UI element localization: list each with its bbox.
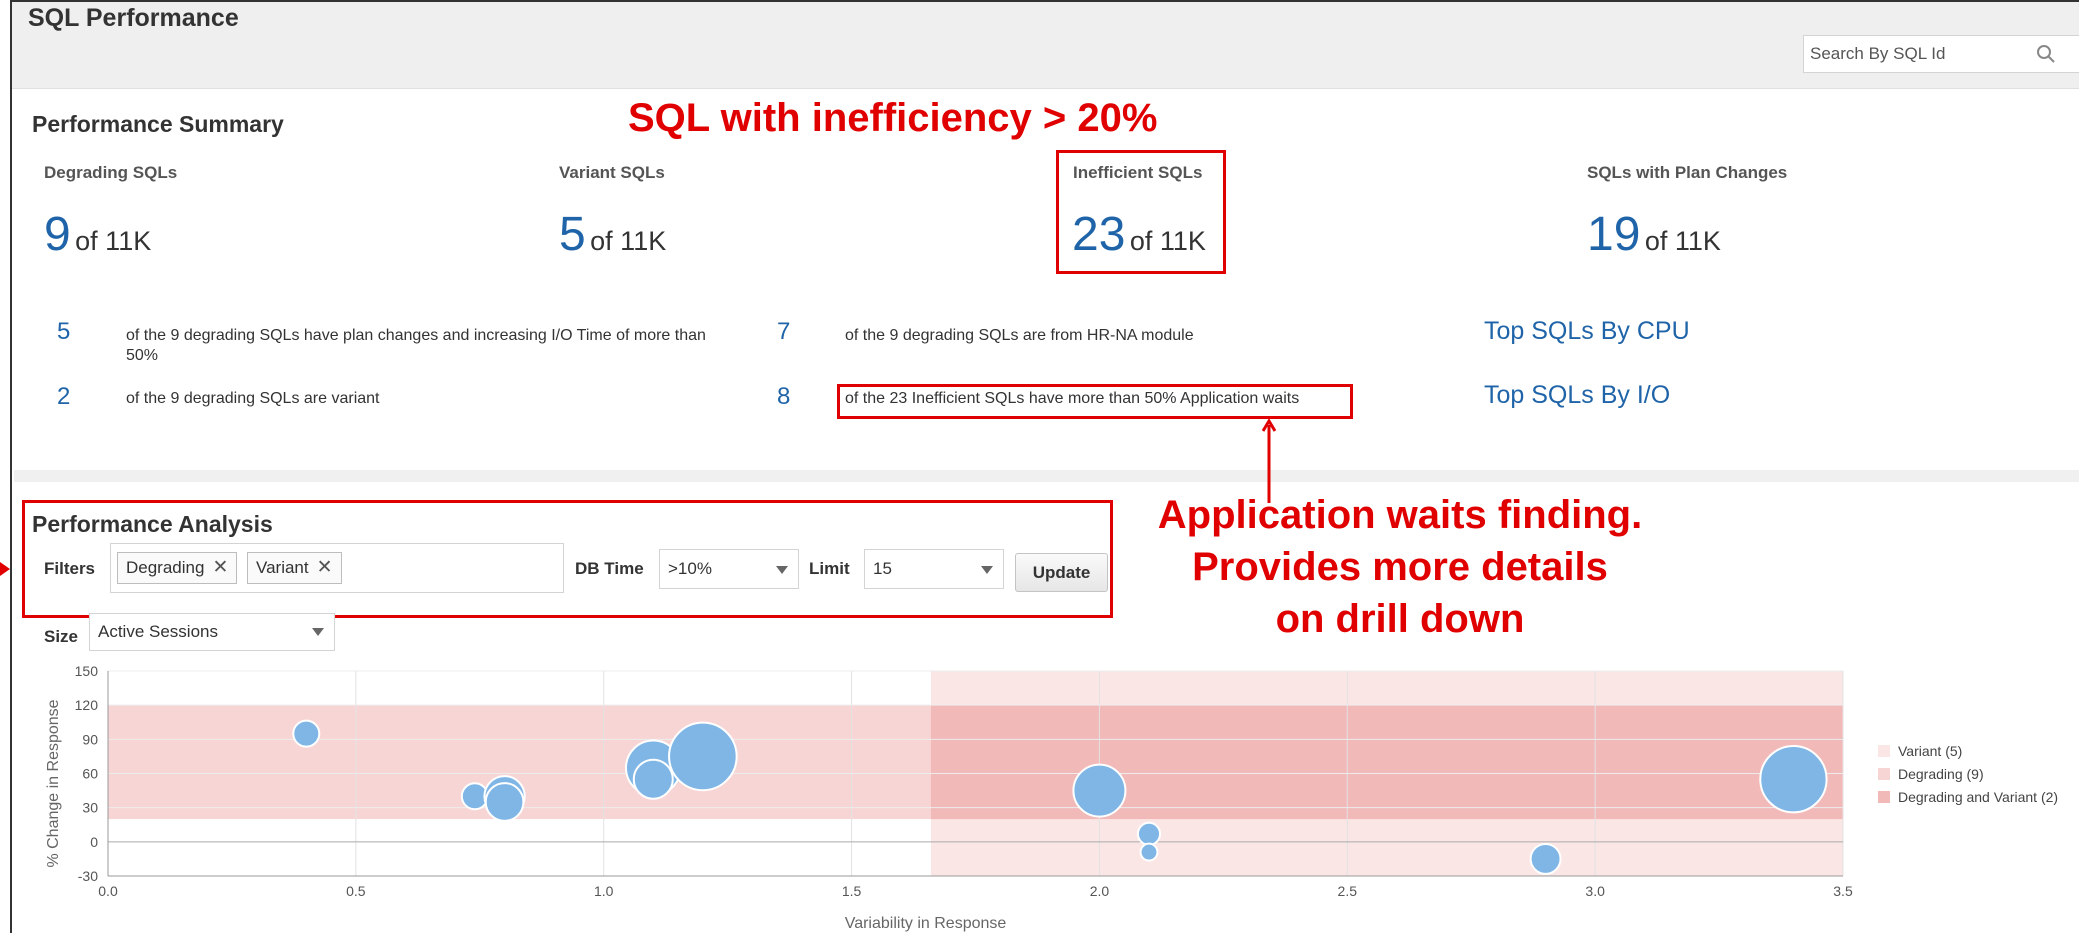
metric-variant-label: Variant SQLs xyxy=(559,163,665,182)
finding-3-count[interactable]: 7 xyxy=(777,318,790,346)
search-box[interactable] xyxy=(1803,35,2079,73)
band-2 xyxy=(930,705,1843,820)
metric-variant-count[interactable]: 5 xyxy=(559,208,586,261)
finding-1-text: of the 9 degrading SQLs have plan change… xyxy=(126,327,706,364)
app-waits-highlight-box xyxy=(837,384,1353,419)
sql-bubble[interactable] xyxy=(1759,745,1828,814)
sql-bubble[interactable] xyxy=(1136,821,1162,846)
app-waits-annotation-line-1: Application waits finding. xyxy=(1157,493,1643,537)
metric-degrading-value[interactable]: 9 of 11K xyxy=(44,207,151,262)
inefficiency-annotation: SQL with inefficiency > 20% xyxy=(628,96,1158,140)
x-axis-title: Variability in Response xyxy=(845,915,1007,932)
summary-title: Performance Summary xyxy=(32,111,284,137)
legend-label: Degrading and Variant (2) xyxy=(1898,789,2058,805)
x-tick-label: 2.0 xyxy=(1090,883,1110,899)
finding-4-count[interactable]: 8 xyxy=(777,383,790,411)
finding-2-count[interactable]: 2 xyxy=(57,383,70,411)
finding-1-count[interactable]: 5 xyxy=(57,318,70,346)
sql-bubble[interactable] xyxy=(292,719,321,748)
legend-swatch xyxy=(1878,745,1890,757)
x-tick-label: 2.5 xyxy=(1338,883,1358,899)
bubble-chart[interactable]: 150 120 90 60 30 0 -300.0 0.5 1.0 1.5 2.0 2.5 3.0 3.5… xyxy=(0,655,2079,933)
sql-bubble[interactable] xyxy=(484,782,525,822)
y-tick-label: 120 xyxy=(75,697,99,713)
top-sqls-by-io-link[interactable]: Top SQLs By I/O xyxy=(1484,381,1670,410)
page-header xyxy=(12,2,2079,89)
app-waits-annotation-line-2: Provides more details xyxy=(1192,545,1608,589)
legend-label: Degrading (9) xyxy=(1898,766,1984,782)
y-tick-label: 150 xyxy=(75,663,99,679)
sql-bubble[interactable] xyxy=(1529,842,1562,875)
metric-degrading-total: of 11K xyxy=(75,226,152,256)
legend-label: Variant (5) xyxy=(1898,743,1962,759)
app-waits-annotation-line-3: on drill down xyxy=(1275,597,1525,641)
sql-bubble[interactable] xyxy=(1072,763,1127,818)
metric-variant-total: of 11K xyxy=(590,226,667,256)
size-label: Size xyxy=(44,627,79,646)
metric-variant-value[interactable]: 5 of 11K xyxy=(559,207,666,262)
x-tick-label: 0.0 xyxy=(98,883,118,899)
search-input[interactable] xyxy=(1810,40,2050,68)
x-tick-label: 3.5 xyxy=(1833,883,1853,899)
y-tick-label: -30 xyxy=(78,868,98,884)
metric-plan-changes-total: of 11K xyxy=(1644,226,1721,256)
metric-degrading-label: Degrading SQLs xyxy=(44,163,178,182)
legend-swatch xyxy=(1878,791,1890,803)
x-tick-label: 3.0 xyxy=(1585,883,1605,899)
y-tick-label: 60 xyxy=(82,766,98,782)
annotation-arrow xyxy=(1262,419,1276,503)
page-title: SQL Performance xyxy=(28,4,239,32)
y-axis-title: % Change in Response xyxy=(45,699,62,867)
chevron-down-icon xyxy=(312,628,324,636)
metric-plan-changes-label: SQLs with Plan Changes xyxy=(1587,163,1788,182)
finding-2-text: of the 9 degrading SQLs are variant xyxy=(126,390,380,407)
size-select[interactable]: Active Sessions xyxy=(89,613,335,651)
sql-bubble[interactable] xyxy=(668,721,738,792)
sql-bubble[interactable] xyxy=(1139,842,1159,862)
top-sqls-by-cpu-link[interactable]: Top SQLs By CPU xyxy=(1484,317,1690,346)
search-icon[interactable] xyxy=(2036,44,2056,64)
y-tick-label: 0 xyxy=(90,834,98,850)
y-tick-label: 30 xyxy=(82,800,98,816)
x-tick-label: 1.0 xyxy=(594,883,614,899)
filters-highlight-box xyxy=(22,500,1113,618)
metric-degrading-count[interactable]: 9 xyxy=(44,208,71,261)
x-tick-label: 1.5 xyxy=(842,883,862,899)
metric-plan-changes-count[interactable]: 19 xyxy=(1587,208,1640,261)
metric-plan-changes-value[interactable]: 19 of 11K xyxy=(1587,207,1721,262)
inefficient-highlight-box xyxy=(1056,150,1226,274)
y-tick-label: 90 xyxy=(82,731,98,747)
sql-bubble[interactable] xyxy=(632,758,674,800)
x-tick-label: 0.5 xyxy=(346,883,366,899)
finding-3-text: of the 9 degrading SQLs are from HR-NA m… xyxy=(845,327,1194,344)
performance-summary-panel xyxy=(14,90,2079,482)
left-arrow-marker xyxy=(0,562,10,576)
app-waits-annotation: Application waits finding. Provides more… xyxy=(1094,489,1706,645)
size-value: Active Sessions xyxy=(98,622,218,641)
legend-swatch xyxy=(1878,768,1890,780)
